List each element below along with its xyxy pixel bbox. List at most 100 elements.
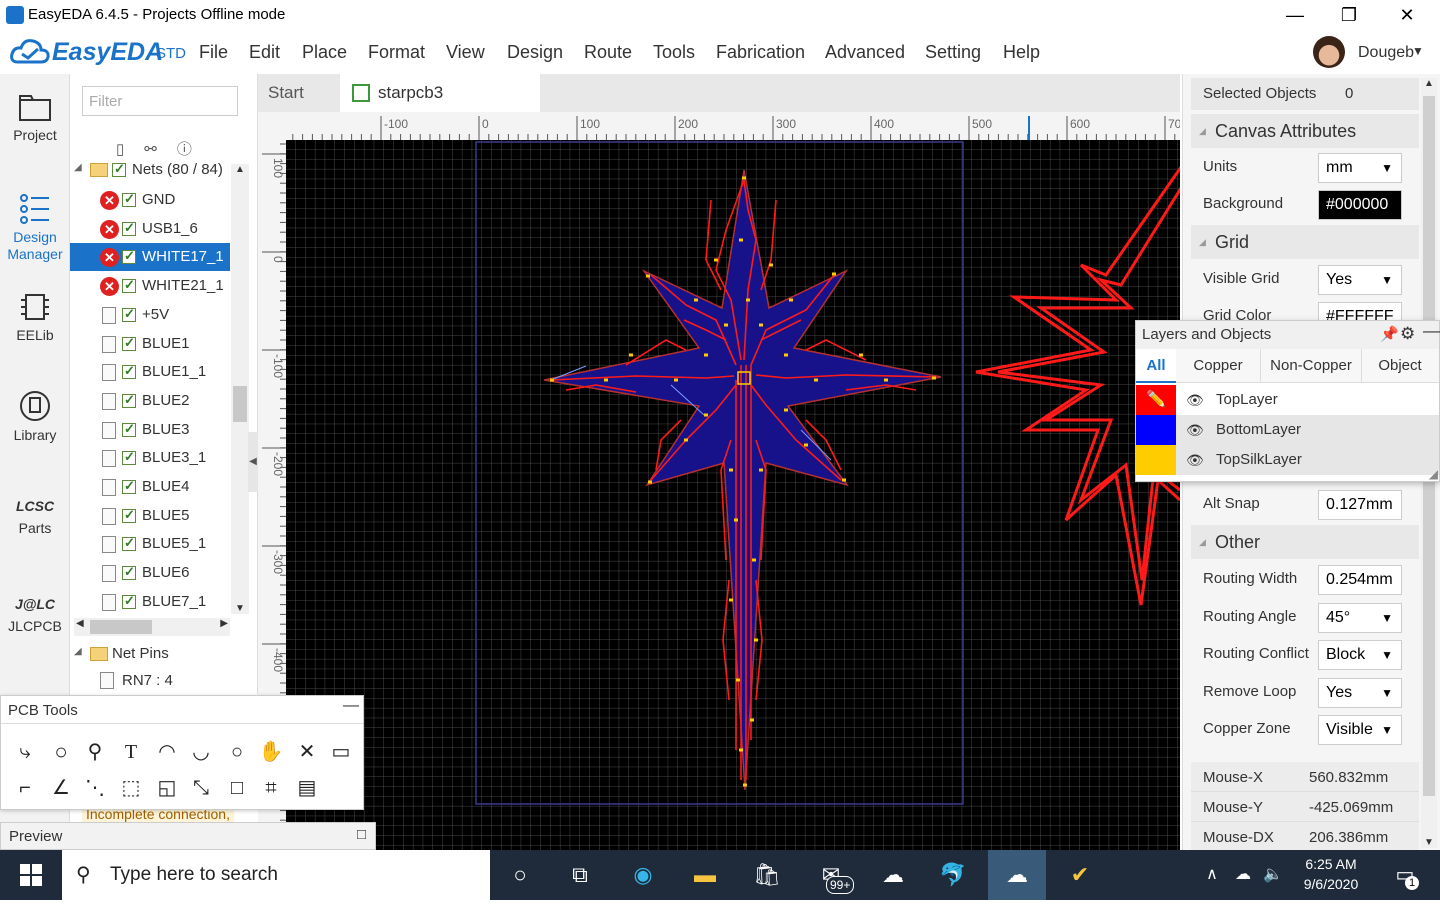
nav-library[interactable]: Library <box>0 388 70 443</box>
visible-grid-select[interactable]: Yes ▼ <box>1318 265 1402 295</box>
menu-place[interactable]: Place <box>302 42 347 63</box>
network-status-icon[interactable]: ☁ <box>1226 850 1260 900</box>
net-item[interactable]: ✕ USB1_6 <box>70 215 230 243</box>
layer-color-swatch[interactable] <box>1136 415 1176 445</box>
collapse-icon[interactable]: ◢ <box>74 646 82 657</box>
connect-pad-tool-icon[interactable]: ✕ <box>293 738 321 766</box>
cortana-icon[interactable]: ○ <box>495 850 545 900</box>
net-item[interactable]: BLUE1 <box>70 330 230 358</box>
pin-icon[interactable]: 📌 <box>1380 325 1399 343</box>
panel-collapse-handle[interactable]: ◀ <box>248 432 258 492</box>
remove-loop-select[interactable]: Yes ▼ <box>1318 678 1402 708</box>
eye-icon[interactable]: 👁 <box>1186 415 1204 445</box>
net-checkbox[interactable] <box>122 335 136 351</box>
tab-start[interactable]: Start <box>268 74 338 112</box>
user-avatar[interactable] <box>1313 36 1345 68</box>
menu-help[interactable]: Help <box>1003 42 1040 63</box>
menu-file[interactable]: File <box>199 42 228 63</box>
net-item[interactable]: BLUE3_1 <box>70 444 230 472</box>
nav-project[interactable]: Project <box>0 92 70 143</box>
net-item[interactable]: BLUE7_1 <box>70 588 230 614</box>
layers-tab-copper[interactable]: Copper <box>1178 349 1258 383</box>
net-item[interactable]: ✕ WHITE21_1 <box>70 272 230 300</box>
minimize-icon[interactable]: — <box>343 697 359 715</box>
section-collapse-icon[interactable]: ◢ <box>1199 225 1206 259</box>
board-outline-tool-icon[interactable]: ◱ <box>153 774 181 802</box>
copper-zone-select[interactable]: Visible ▼ <box>1318 715 1402 745</box>
store-icon[interactable]: 🛍 <box>742 850 792 900</box>
net-checkbox[interactable] <box>122 248 136 265</box>
tab-starpcb3[interactable]: starpcb3 <box>340 74 540 112</box>
scroll-up-icon[interactable]: ▲ <box>1421 78 1437 89</box>
layers-panel-header[interactable]: Layers and Objects 📌 ⚙ — <box>1136 321 1440 349</box>
net-item[interactable]: BLUE4 <box>70 473 230 501</box>
preview-panel[interactable]: Preview □ <box>0 822 376 850</box>
layer-row-topsilklayer[interactable]: 👁 TopSilkLayer <box>1136 445 1439 475</box>
net-item[interactable]: ✕ GND <box>70 186 230 214</box>
layer-color-swatch[interactable] <box>1136 445 1176 475</box>
circle-tool-icon[interactable]: ○ <box>223 738 251 766</box>
minimize-button[interactable]: — <box>1272 0 1318 30</box>
layers-tab-non-copper[interactable]: Non-Copper <box>1260 349 1362 383</box>
net-checkbox[interactable] <box>122 306 136 322</box>
track-tool-icon[interactable]: ⤷ <box>11 738 39 766</box>
resize-grip-icon[interactable]: ◢ <box>1429 467 1438 481</box>
layer-row-toplayer[interactable]: ✏️ 👁 TopLayer <box>1136 385 1439 415</box>
nav-design-manager[interactable]: Design Manager <box>0 192 70 263</box>
net-checkbox[interactable] <box>122 593 136 609</box>
net-item[interactable]: ✕ WHITE17_1 <box>70 243 230 272</box>
dolphin-app-icon[interactable]: 🐬 <box>928 850 978 900</box>
menu-fabrication[interactable]: Fabrication <box>716 42 805 63</box>
scroll-down-icon[interactable]: ▼ <box>231 603 249 614</box>
routing-angle-select[interactable]: 45° ▼ <box>1318 603 1402 633</box>
info-icon[interactable]: ⓘ <box>177 141 212 158</box>
mail-icon[interactable]: ✉ 99+ <box>806 850 856 900</box>
scroll-down-icon[interactable]: ▼ <box>1421 837 1437 848</box>
nav-eelib[interactable]: EELib <box>0 290 70 343</box>
net-checkbox[interactable] <box>122 478 136 494</box>
units-select[interactable]: mm ▼ <box>1318 153 1402 183</box>
scroll-right-icon[interactable]: ▶ <box>220 618 228 629</box>
net-item[interactable]: BLUE1_1 <box>70 358 230 386</box>
edge-icon[interactable]: ◉ <box>618 850 668 900</box>
layers-tab-all[interactable]: All <box>1136 349 1176 383</box>
layers-tab-object[interactable]: Object <box>1364 349 1436 383</box>
task-view-icon[interactable]: ⧉ <box>555 850 605 900</box>
filter-input[interactable]: Filter <box>82 86 238 116</box>
minimize-icon[interactable]: — <box>1423 321 1440 341</box>
volume-icon[interactable]: 🔈 <box>1258 850 1288 900</box>
dimension-tool-icon[interactable]: ∠ <box>47 774 75 802</box>
eye-icon[interactable]: 👁 <box>1186 385 1204 415</box>
nets-header[interactable]: ◢ Nets (80 / 84) <box>74 160 234 182</box>
menu-route[interactable]: Route <box>584 42 632 63</box>
gear-icon[interactable]: ⚙ <box>1400 324 1415 344</box>
layer-color-swatch[interactable]: ✏️ <box>1136 385 1176 415</box>
net-checkbox[interactable] <box>122 363 136 380</box>
net-checkbox[interactable] <box>122 564 136 581</box>
hand-tool-icon[interactable]: ✋ <box>257 738 285 766</box>
net-icon[interactable]: ⚯ <box>144 141 177 158</box>
net-checkbox[interactable] <box>122 277 136 294</box>
nav-parts[interactable]: LCSC Parts <box>0 492 70 536</box>
net-item[interactable]: BLUE3 <box>70 416 230 444</box>
section-collapse-icon[interactable]: ◢ <box>1199 525 1206 559</box>
net-checkbox[interactable] <box>122 449 136 466</box>
net-checkbox[interactable] <box>122 507 136 523</box>
text-tool-icon[interactable]: T <box>117 738 145 766</box>
net-checkbox[interactable] <box>122 392 136 408</box>
user-name[interactable]: Dougeb <box>1358 44 1414 62</box>
menu-tools[interactable]: Tools <box>653 42 695 63</box>
net-checkbox[interactable] <box>122 220 136 236</box>
pcb-canvas[interactable] <box>286 140 1180 850</box>
user-dropdown-icon[interactable]: ▼ <box>1412 44 1424 58</box>
h-scroll-thumb[interactable] <box>90 620 152 634</box>
net-pin-item[interactable]: RN7 : 4 <box>100 672 240 692</box>
line-tool-icon[interactable]: ⌐ <box>11 774 39 802</box>
scroll-thumb[interactable] <box>233 386 247 422</box>
alt-snap-input[interactable]: 0.127mm <box>1318 490 1402 520</box>
pcb-tools-header[interactable]: PCB Tools — <box>1 696 363 724</box>
nav-jlcpcb[interactable]: J@LC JLCPCB <box>0 590 70 634</box>
restore-icon[interactable]: □ <box>357 826 366 843</box>
net-checkbox[interactable] <box>122 421 136 437</box>
routing-conflict-select[interactable]: Block ▼ <box>1318 640 1402 670</box>
